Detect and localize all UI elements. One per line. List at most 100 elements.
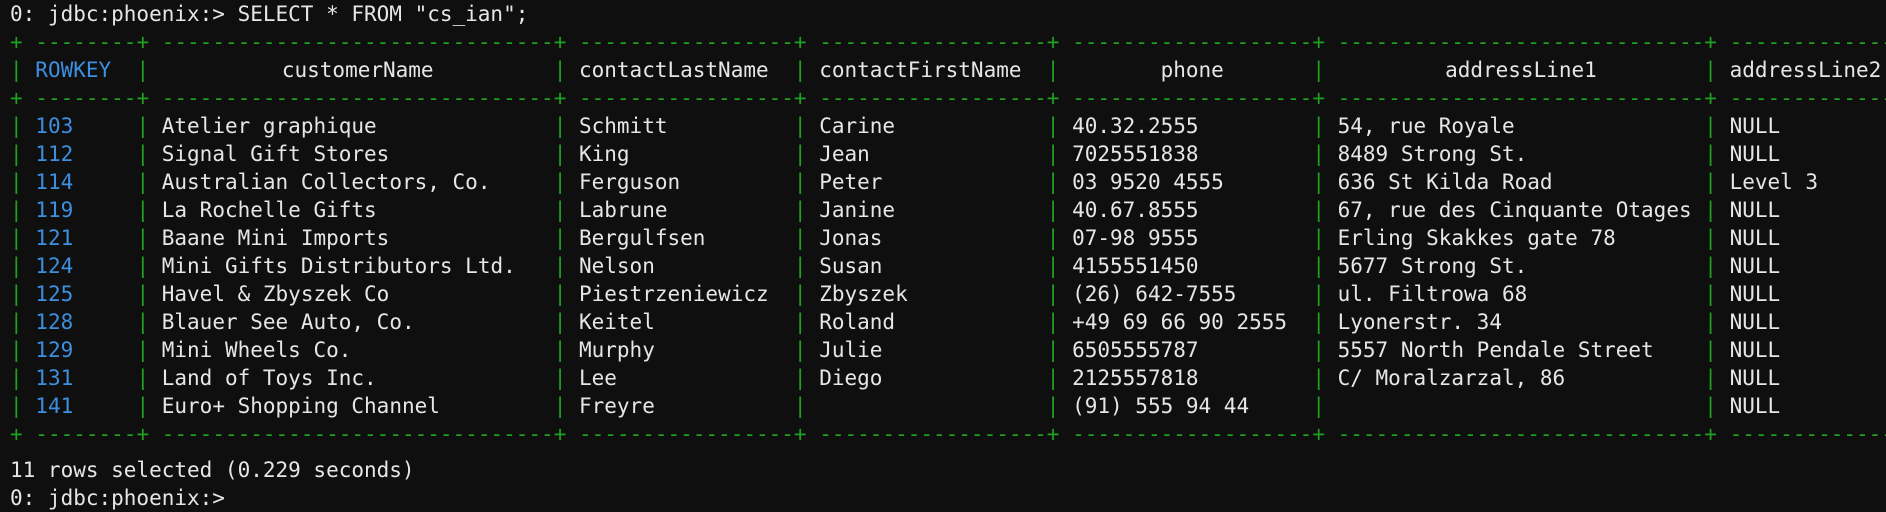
cell-contactLastName: Piestrzeniewicz xyxy=(578,282,769,306)
table-row: | 119 | La Rochelle Gifts | Labrune | Janin… xyxy=(10,196,1886,224)
cell-customerName: Euro+ Shopping Channel xyxy=(161,394,440,418)
cell-phone: (26) 642-7555 xyxy=(1072,282,1237,306)
cell-addressLine2: NULL xyxy=(1729,394,1781,418)
cell-phone: 6505555787 xyxy=(1072,338,1199,362)
cell-contactFirstName: Jonas xyxy=(819,226,883,250)
table-row: | 114 | Australian Collectors, Co. | Fergu… xyxy=(10,168,1886,196)
column-header-addressLine2: addressLine2 xyxy=(1729,58,1882,82)
table-row: | 124 | Mini Gifts Distributors Ltd. | Nel… xyxy=(10,252,1886,280)
column-header-addressLine1: addressLine1 xyxy=(1445,58,1597,82)
cell-customerName: Atelier graphique xyxy=(161,114,377,138)
cell-phone: 07-98 9555 xyxy=(1072,226,1199,250)
cell-phone: 7025551838 xyxy=(1072,142,1199,166)
table-row: | 103 | Atelier graphique | Schmitt | Carin… xyxy=(10,112,1886,140)
cell-contactFirstName: Julie xyxy=(819,338,883,362)
cell-addressLine1: 5557 North Pendale Street xyxy=(1337,338,1654,362)
cell-addressLine2: NULL xyxy=(1729,114,1781,138)
cell-addressLine2: NULL xyxy=(1729,366,1781,390)
column-header-contactFirstName: contactFirstName xyxy=(819,58,1022,82)
cell-customerName: Signal Gift Stores xyxy=(161,142,390,166)
cell-customerName: Australian Collectors, Co. xyxy=(161,170,491,194)
cell-addressLine1: 636 St Kilda Road xyxy=(1337,170,1553,194)
cell-ROWKEY: 119 xyxy=(35,198,74,222)
cell-ROWKEY: 128 xyxy=(35,310,74,334)
cell-contactLastName: Labrune xyxy=(578,198,668,222)
cell-addressLine2: NULL xyxy=(1729,310,1781,334)
cell-contactFirstName: Diego xyxy=(819,366,883,390)
cell-contactFirstName: Jean xyxy=(819,142,870,166)
column-header-ROWKEY: ROWKEY xyxy=(35,58,112,82)
table-border-bottom: + -------- + ------------------------------… xyxy=(10,422,1886,446)
cell-contactLastName: King xyxy=(578,142,630,166)
cell-contactLastName: Ferguson xyxy=(578,170,681,194)
cell-ROWKEY: 129 xyxy=(35,338,74,362)
cell-customerName: Baane Mini Imports xyxy=(161,226,390,250)
cell-customerName: Mini Wheels Co. xyxy=(161,338,352,362)
cell-contactFirstName xyxy=(819,392,1047,420)
table-row: | 141 | Euro+ Shopping Channel | Freyre | |… xyxy=(10,392,1886,420)
command-line: 0: jdbc:phoenix:> SELECT * FROM "cs_ian"… xyxy=(10,2,529,26)
column-header-customerName: customerName xyxy=(281,58,434,82)
cell-contactLastName: Lee xyxy=(578,366,617,390)
cell-addressLine1: 8489 Strong St. xyxy=(1337,142,1528,166)
table-row: | 131 | Land of Toys Inc. | Lee | Diego | 21… xyxy=(10,364,1886,392)
result-table: + -------- + ------------------------------… xyxy=(10,28,1886,448)
cell-contactLastName: Keitel xyxy=(578,310,655,334)
table-border-top: + -------- + ------------------------------… xyxy=(10,30,1886,54)
cell-contactLastName: Nelson xyxy=(578,254,655,278)
result-summary: 11 rows selected (0.229 seconds) xyxy=(10,458,415,482)
cell-contactFirstName: Roland xyxy=(819,310,896,334)
cell-addressLine2: NULL xyxy=(1729,254,1781,278)
cell-phone: 40.67.8555 xyxy=(1072,198,1199,222)
cell-ROWKEY: 141 xyxy=(35,394,74,418)
cell-phone: 40.32.2555 xyxy=(1072,114,1199,138)
table-row: | 128 | Blauer See Auto, Co. | Keitel | Rol… xyxy=(10,308,1886,336)
cell-phone: +49 69 66 90 2555 xyxy=(1072,310,1288,334)
cell-phone: 4155551450 xyxy=(1072,254,1199,278)
cell-contactLastName: Bergulfsen xyxy=(578,226,706,250)
cell-contactLastName: Murphy xyxy=(578,338,655,362)
cell-phone: (91) 555 94 44 xyxy=(1072,394,1250,418)
cell-addressLine1 xyxy=(1338,392,1705,420)
cell-addressLine2: NULL xyxy=(1729,198,1781,222)
cell-addressLine1: 54, rue Royale xyxy=(1337,114,1515,138)
cell-phone: 2125557818 xyxy=(1072,366,1199,390)
cell-ROWKEY: 125 xyxy=(35,282,74,306)
cell-addressLine1: ul. Filtrowa 68 xyxy=(1337,282,1528,306)
cell-customerName: Land of Toys Inc. xyxy=(161,366,377,390)
cell-addressLine2: NULL xyxy=(1729,282,1781,306)
cell-addressLine1: 5677 Strong St. xyxy=(1337,254,1528,278)
column-header-phone: phone xyxy=(1160,58,1224,82)
cell-contactFirstName: Zbyszek xyxy=(819,282,908,306)
table-header-row: | ROWKEY | customerName | contactLastName |… xyxy=(10,56,1886,84)
cell-contactLastName: Schmitt xyxy=(578,114,668,138)
cell-customerName: La Rochelle Gifts xyxy=(161,198,377,222)
cell-phone: 03 9520 4555 xyxy=(1072,170,1224,194)
cell-ROWKEY: 103 xyxy=(35,114,74,138)
cell-contactFirstName: Peter xyxy=(819,170,883,194)
cell-addressLine2: NULL xyxy=(1729,338,1781,362)
cell-ROWKEY: 124 xyxy=(35,254,74,278)
cell-addressLine1: 67, rue des Cinquante Otages xyxy=(1337,198,1692,222)
cell-ROWKEY: 114 xyxy=(35,170,74,194)
table-row: | 125 | Havel & Zbyszek Co | Piestrzeniewi… xyxy=(10,280,1886,308)
cell-contactLastName: Freyre xyxy=(578,394,655,418)
cell-customerName: Havel & Zbyszek Co xyxy=(161,282,390,306)
cell-addressLine2: NULL xyxy=(1729,226,1781,250)
table-row: | 121 | Baane Mini Imports | Bergulfsen | J… xyxy=(10,224,1886,252)
cell-addressLine1: C/ Moralzarzal, 86 xyxy=(1337,366,1566,390)
terminal-prompt[interactable]: 0: jdbc:phoenix:> xyxy=(10,484,225,512)
cell-contactFirstName: Susan xyxy=(819,254,883,278)
table-border-header: + -------- + ------------------------------… xyxy=(10,86,1886,110)
cell-ROWKEY: 112 xyxy=(35,142,74,166)
cell-addressLine2: Level 3 xyxy=(1729,170,1819,194)
table-row: | 129 | Mini Wheels Co. | Murphy | Julie | 6… xyxy=(10,336,1886,364)
cell-addressLine2: NULL xyxy=(1729,142,1781,166)
cell-ROWKEY: 131 xyxy=(35,366,74,390)
cell-customerName: Blauer See Auto, Co. xyxy=(161,310,415,334)
cell-addressLine1: Lyonerstr. 34 xyxy=(1337,310,1502,334)
cell-addressLine1: Erling Skakkes gate 78 xyxy=(1337,226,1616,250)
cell-contactFirstName: Carine xyxy=(819,114,896,138)
cell-ROWKEY: 121 xyxy=(35,226,74,250)
cell-contactFirstName: Janine xyxy=(819,198,896,222)
